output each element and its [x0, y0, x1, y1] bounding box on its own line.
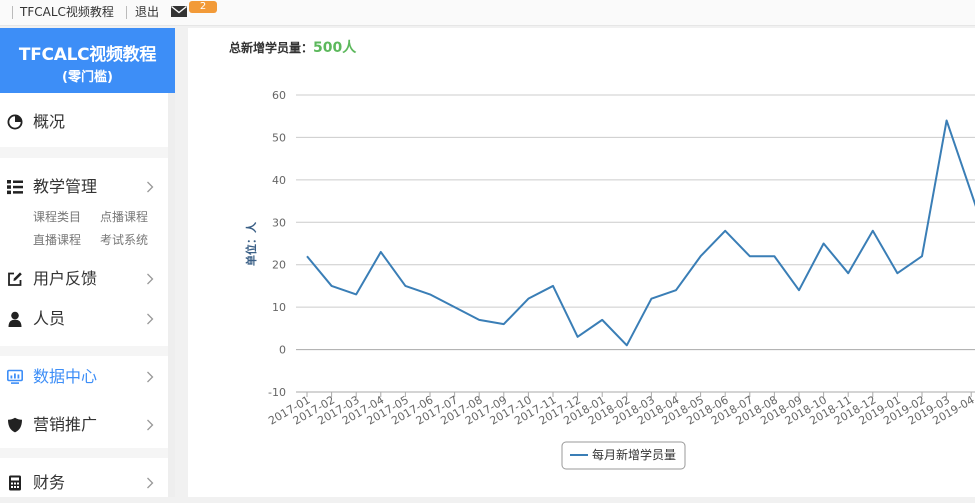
sidebar-item-label: 数据中心 — [33, 367, 98, 386]
chevron-right-icon — [147, 419, 154, 431]
shield-icon — [8, 417, 22, 433]
mail-icon[interactable] — [171, 6, 187, 17]
sidebar-scrollbar[interactable] — [168, 93, 175, 497]
sidebar-item-label: 人员 — [33, 309, 66, 328]
sidebar-item-finance[interactable]: 财务 — [0, 463, 168, 503]
legend-item-label: 每月新增学员量 — [592, 447, 676, 462]
sidebar-item-overview[interactable]: 概况 — [0, 102, 168, 142]
line-chart: -100102030405060 2017-012017-022017-0320… — [244, 89, 975, 470]
sidebar-item-label: 营销推广 — [33, 415, 98, 434]
sidebar: TFCALC视频教程 (零门槛) 概况 教学管理 课程类目 点播课程 直播课程 … — [0, 28, 175, 497]
divider — [12, 6, 13, 19]
y-tick-label: 20 — [272, 259, 286, 272]
pie-chart-icon — [7, 114, 23, 130]
sidebar-item-label: 概况 — [33, 112, 66, 131]
chevron-right-icon — [147, 371, 154, 383]
chevron-right-icon — [147, 273, 154, 285]
chevron-right-icon — [147, 181, 154, 193]
submenu-exam-system[interactable]: 考试系统 — [100, 233, 148, 247]
message-count-badge: 2 — [189, 1, 217, 13]
sidebar-item-staff[interactable]: 人员 — [0, 299, 168, 339]
y-tick-label: -10 — [268, 386, 286, 399]
sidebar-item-marketing[interactable]: 营销推广 — [0, 405, 168, 445]
divider — [0, 448, 168, 458]
divider — [126, 6, 127, 19]
brand-title: TFCALC视频教程 — [18, 45, 157, 65]
chevron-right-icon — [147, 313, 154, 325]
edit-icon — [8, 272, 22, 286]
divider — [0, 346, 168, 356]
main-content: 总新增学员量：500人 -10 0 10 20 30 40 50 60 2017-01 2017… — [188, 28, 975, 497]
y-tick-label: 50 — [272, 131, 286, 144]
calculator-icon — [9, 475, 21, 491]
logout-link[interactable]: 退出 — [135, 5, 159, 20]
sidebar-item-label: 教学管理 — [33, 177, 98, 196]
user-icon — [8, 311, 22, 327]
submenu-vod-course[interactable]: 点播课程 — [100, 210, 148, 224]
monitor-icon — [7, 369, 23, 384]
list-icon — [7, 180, 23, 195]
divider — [0, 147, 168, 158]
sidebar-item-label: 财务 — [33, 473, 66, 492]
brand-header[interactable]: TFCALC视频教程 (零门槛) — [0, 28, 175, 93]
brand-subtitle: (零门槛) — [62, 70, 113, 85]
y-tick-label: 40 — [272, 174, 286, 187]
chevron-right-icon — [147, 477, 154, 489]
y-axis-label: 单位：人 — [244, 221, 258, 266]
sidebar-item-data-center[interactable]: 数据中心 — [0, 357, 168, 397]
sidebar-item-feedback[interactable]: 用户反馈 — [0, 259, 168, 299]
sidebar-item-label: 用户反馈 — [33, 269, 98, 288]
series-line-monthly-new-students — [306, 119, 975, 347]
chart-legend[interactable]: 每月新增学员量 — [561, 441, 686, 470]
top-bar: TFCALC视频教程 退出 2 — [0, 0, 975, 26]
y-tick-label: 30 — [272, 216, 286, 229]
y-tick-label: 60 — [272, 89, 286, 102]
site-name-link[interactable]: TFCALC视频教程 — [20, 5, 114, 20]
submenu-live-course[interactable]: 直播课程 — [33, 233, 81, 247]
y-tick-label: 0 — [279, 344, 286, 357]
y-tick-label: 10 — [272, 301, 286, 314]
submenu-course-category[interactable]: 课程类目 — [33, 210, 81, 224]
sidebar-item-teaching[interactable]: 教学管理 — [0, 167, 168, 207]
